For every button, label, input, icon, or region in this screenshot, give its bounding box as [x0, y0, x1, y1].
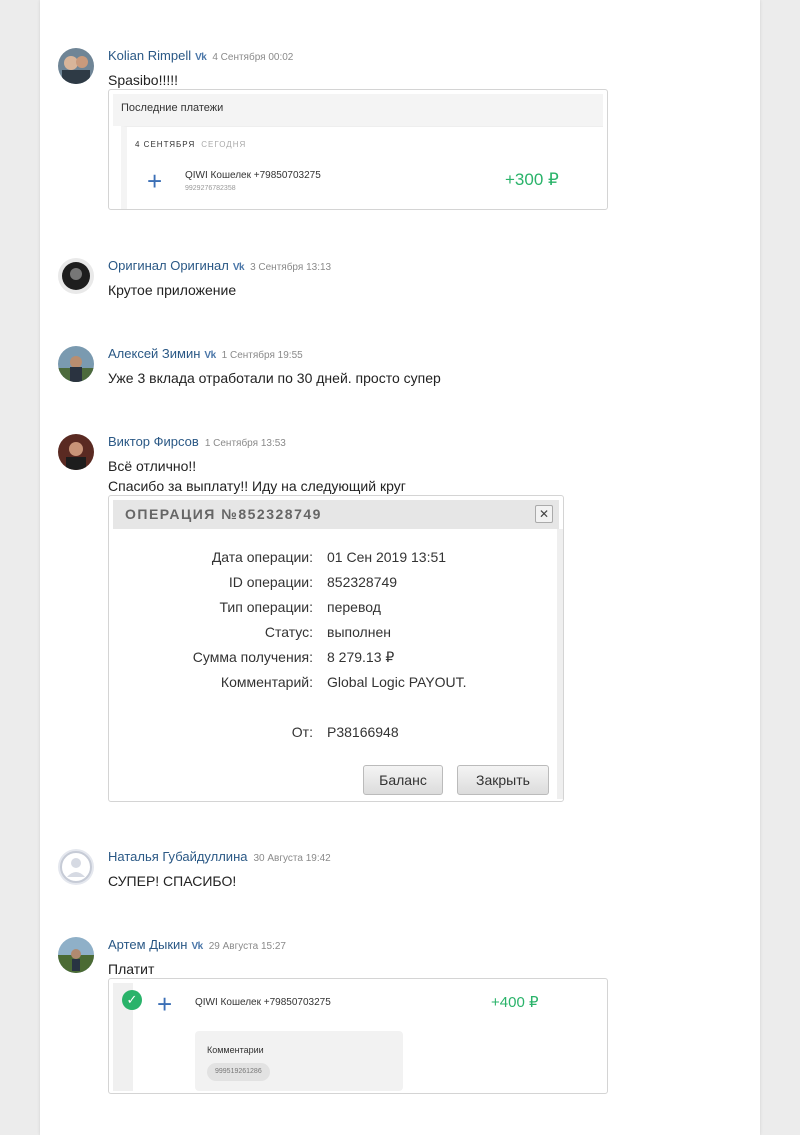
dialog-scroll-edge: [557, 529, 563, 799]
operation-titlebar: ОПЕРАЦИЯ №852328749 ✕: [113, 500, 559, 529]
review-text: Spasibo!!!!!: [108, 72, 179, 88]
review-header: Наталья Губайдуллина 30 Августа 19:42: [108, 849, 331, 865]
author-name[interactable]: Оригинал Оригинал: [108, 258, 229, 273]
author-name[interactable]: Наталья Губайдуллина: [108, 849, 247, 864]
review-date: 29 Августа 15:27: [208, 941, 286, 952]
close-button[interactable]: Закрыть: [457, 765, 549, 795]
operation-value: 8 279.13 ₽: [327, 649, 395, 665]
operation-label: От:: [291, 724, 313, 740]
review-text: СУПЕР! СПАСИБО!: [108, 873, 237, 889]
review-date: 4 Сентября 00:02: [212, 52, 294, 63]
avatar[interactable]: [58, 346, 94, 382]
vk-icon[interactable]: Vk: [195, 50, 207, 66]
review-date: 30 Августа 19:42: [253, 853, 331, 864]
operation-label: Дата операции:: [211, 549, 313, 565]
avatar[interactable]: [58, 48, 94, 84]
operation-value: Global Logic PAYOUT.: [327, 674, 467, 690]
plus-icon: +: [147, 166, 163, 196]
author-name[interactable]: Виктор Фирсов: [108, 434, 199, 449]
vk-icon[interactable]: Vk: [191, 939, 203, 955]
review-date: 3 Сентября 13:13: [250, 262, 332, 273]
review-header: Алексей Зимин Vk 1 Сентября 19:55: [108, 346, 303, 362]
vk-icon[interactable]: Vk: [233, 260, 245, 276]
review-text: Всё отлично!! Спасибо за выплату!! Иду на…: [108, 458, 406, 494]
close-icon[interactable]: ✕: [535, 505, 553, 523]
comment-value: 999519261286: [207, 1063, 270, 1081]
operation-value: перевод: [327, 599, 381, 615]
avatar[interactable]: [58, 849, 94, 885]
review-date: 1 Сентября 19:55: [221, 350, 303, 361]
wallet-name: QIWI Кошелек +79850703275: [185, 170, 321, 181]
reviews-card: Kolian Rimpell Vk 4 Сентября 00:02 Spasibo…: [40, 0, 760, 1135]
comment-title: Комментарии: [207, 1045, 264, 1055]
operation-value: 01 Сен 2019 13:51: [327, 549, 447, 565]
operation-value: 852328749: [327, 574, 398, 590]
avatar[interactable]: [58, 434, 94, 470]
operation-label: Статус:: [264, 624, 313, 640]
operation-label: Сумма получения:: [192, 649, 313, 665]
operation-value: выполнен: [327, 624, 391, 640]
wallet-name: QIWI Кошелек +79850703275: [195, 997, 331, 1008]
review-header: Артем Дыкин Vk 29 Августа 15:27: [108, 937, 286, 953]
review-header: Оригинал Оригинал Vk 3 Сентября 13:13: [108, 258, 331, 274]
comment-box: Комментарии 999519261286: [195, 1031, 403, 1091]
review-header: Виктор Фирсов 1 Сентября 13:53: [108, 434, 286, 450]
check-icon: ✓: [122, 990, 142, 1010]
review-date: 1 Сентября 13:53: [204, 438, 286, 449]
payment-amount: +400 ₽: [491, 994, 539, 1011]
wallet-sub: 9929276782358: [185, 185, 236, 192]
operation-title: ОПЕРАЦИЯ №852328749: [125, 506, 322, 522]
vk-icon[interactable]: Vk: [204, 348, 216, 364]
review-text: Платит: [108, 961, 155, 977]
review-header: Kolian Rimpell Vk 4 Сентября 00:02: [108, 48, 293, 64]
payment-screenshot[interactable]: Последние платежи 4 СЕНТЯБРЯ СЕГОДНЯ + QI…: [108, 89, 608, 210]
screenshot-header: Последние платежи: [113, 94, 603, 126]
operation-value: P38166948: [327, 724, 399, 740]
avatar[interactable]: [58, 937, 94, 973]
balance-button[interactable]: Баланс: [363, 765, 443, 795]
review-text: Уже 3 вклада отработали по 30 дней. прос…: [108, 370, 441, 386]
operation-screenshot[interactable]: ОПЕРАЦИЯ №852328749 ✕ Дата операции: 01 …: [108, 495, 564, 802]
author-name[interactable]: Алексей Зимин: [108, 346, 200, 361]
plus-icon: +: [157, 989, 173, 1019]
payment-amount: +300 ₽: [505, 170, 559, 189]
operation-label: Тип операции:: [219, 599, 313, 615]
review-text: Крутое приложение: [108, 282, 237, 298]
operation-label: Комментарий:: [220, 674, 313, 690]
author-name[interactable]: Артем Дыкин: [108, 937, 187, 952]
payment-day: 4 СЕНТЯБРЯ СЕГОДНЯ: [135, 140, 247, 149]
payment-screenshot[interactable]: ✓ + QIWI Кошелек +79850703275 +400 ₽ Ком…: [108, 978, 608, 1094]
payment-panel: [121, 126, 603, 209]
avatar[interactable]: [58, 258, 94, 294]
operation-label: ID операции:: [228, 574, 313, 590]
author-name[interactable]: Kolian Rimpell: [108, 48, 191, 63]
